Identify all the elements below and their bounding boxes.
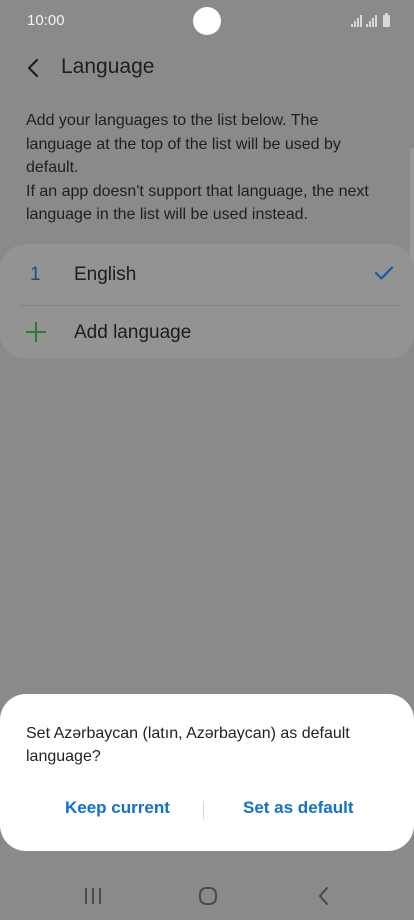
description: Add your languages to the list below. Th… — [26, 109, 388, 227]
nav-back-icon — [319, 887, 328, 905]
dialog-button-separator — [203, 801, 204, 819]
back-arrow-icon — [27, 58, 39, 78]
cell-signal-icon — [366, 15, 377, 27]
language-index: 1 — [30, 264, 41, 285]
description-line-1: Add your languages to the list below. Th… — [26, 112, 341, 176]
language-item-english[interactable]: 1 English — [0, 246, 414, 304]
home-icon — [199, 887, 217, 905]
status-icons — [351, 13, 390, 27]
camera-cutout — [193, 7, 221, 35]
app-bar: Language — [0, 44, 414, 90]
status-bar: 10:00 — [0, 0, 414, 40]
nav-back-button[interactable] — [304, 882, 344, 910]
battery-icon — [383, 13, 390, 27]
language-name: English — [74, 264, 137, 285]
plus-icon — [26, 322, 46, 342]
status-time: 10:00 — [27, 12, 65, 29]
back-button[interactable] — [18, 52, 50, 84]
recents-icon — [85, 888, 101, 904]
add-language-label: Add language — [74, 322, 192, 343]
page-title: Language — [61, 55, 155, 78]
description-line-2: If an app doesn't support that language,… — [26, 182, 369, 224]
default-language-dialog: Set Azərbaycan (latın, Azərbaycan) as de… — [0, 694, 414, 851]
recents-button[interactable] — [73, 882, 113, 910]
navigation-bar — [0, 872, 414, 920]
dialog-message: Set Azərbaycan (latın, Azərbaycan) as de… — [26, 725, 350, 765]
home-button[interactable] — [188, 882, 228, 910]
language-list: 1 English Add language — [0, 244, 414, 359]
set-as-default-button[interactable]: Set as default — [243, 798, 354, 818]
check-icon — [374, 266, 394, 280]
add-language-button[interactable]: Add language — [0, 304, 414, 362]
keep-current-button[interactable]: Keep current — [65, 798, 170, 818]
wifi-signal-icon — [351, 15, 362, 27]
